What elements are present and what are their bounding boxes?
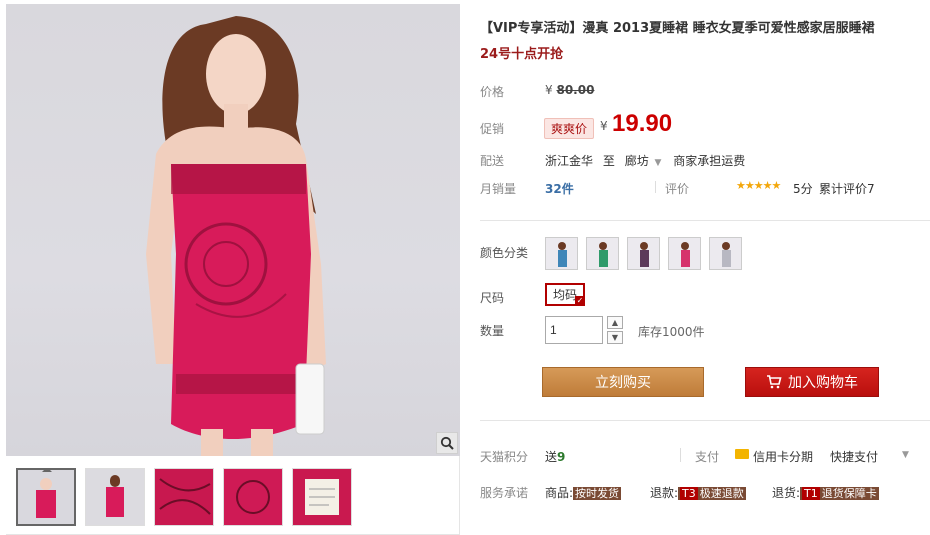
size-option-label: 均码 — [553, 288, 578, 302]
service-return-tag: 退货保障卡 — [821, 487, 877, 500]
ship-fee: 商家承担运费 — [673, 154, 746, 168]
rating-score: 5分 — [793, 182, 813, 196]
color-swatch-purple[interactable] — [627, 237, 660, 270]
thumbnail-4[interactable] — [223, 468, 283, 526]
service-goods-tag: 按时发货 — [573, 487, 622, 500]
thumbnail-2[interactable] — [85, 468, 145, 526]
divider — [480, 420, 930, 421]
cart-icon — [767, 375, 782, 389]
color-swatches — [545, 237, 742, 270]
quantity-decrement-button[interactable]: ▼ — [607, 331, 623, 344]
service-refund-tag: 极速退款 — [699, 487, 744, 500]
original-price: ¥ 80.00 — [545, 83, 594, 97]
product-gallery — [6, 4, 460, 535]
points-prefix: 送 — [545, 450, 558, 464]
rating-label: 评价 — [665, 182, 690, 196]
points-number: 9 — [557, 450, 566, 464]
buy-now-button[interactable]: 立刻购买 — [542, 367, 704, 397]
service-label: 服务承诺 — [480, 486, 529, 500]
color-swatch-pink[interactable] — [668, 237, 701, 270]
color-swatch-blue[interactable] — [545, 237, 578, 270]
product-subtitle: 24号十点开抢 — [480, 47, 564, 62]
promo-tag: 爽爽价 — [544, 118, 595, 139]
chevron-down-icon[interactable]: ▼ — [655, 158, 662, 168]
quantity-input[interactable] — [545, 316, 603, 344]
original-price-value: 80.00 — [556, 83, 595, 97]
add-to-cart-button[interactable]: 加入购物车 — [745, 367, 879, 397]
divider — [480, 220, 930, 221]
points-value: 送9 — [545, 448, 565, 465]
model-illustration — [146, 16, 326, 456]
thumbnail-strip — [16, 468, 352, 526]
shipping-info: 浙江金华 至 廊坊 ▼ 商家承担运费 — [545, 152, 745, 169]
credit-card-icon — [735, 449, 749, 459]
quickpay-link[interactable]: 快捷支付 — [830, 448, 878, 465]
currency-symbol: ¥ — [545, 83, 553, 97]
star-rating-icon: ★★★★★ — [736, 179, 781, 192]
divider — [655, 181, 656, 193]
ship-from: 浙江金华 — [545, 154, 594, 168]
main-product-image[interactable] — [6, 4, 460, 456]
ship-to-word: 至 — [602, 154, 615, 168]
price-label: 价格 — [480, 85, 505, 99]
promo-price: 19.90 — [612, 110, 673, 137]
quantity-increment-button[interactable]: ▲ — [607, 316, 623, 329]
divider — [680, 448, 681, 462]
chevron-down-icon[interactable]: ▼ — [902, 450, 909, 460]
service-goods-label: 商品: — [545, 486, 574, 500]
quantity-label: 数量 — [480, 324, 505, 338]
monthly-sales-label: 月销量 — [480, 182, 517, 196]
service-refund[interactable]: 退款: T3 极速退款 — [650, 484, 746, 501]
ship-destination[interactable]: 廊坊 — [625, 154, 649, 168]
size-label: 尺码 — [480, 291, 505, 305]
color-label: 颜色分类 — [480, 246, 529, 260]
monthly-sales-count: 32件 — [545, 182, 574, 196]
review-count-link[interactable]: 累计评价7 — [819, 180, 875, 197]
color-swatch-green[interactable] — [586, 237, 619, 270]
service-refund-id: T3 — [680, 487, 698, 500]
size-option-selected[interactable]: 均码 ✓ — [545, 283, 586, 306]
promo-currency: ¥ — [600, 119, 608, 133]
shipping-label: 配送 — [480, 154, 505, 168]
color-swatch-grey[interactable] — [709, 237, 742, 270]
add-to-cart-label: 加入购物车 — [788, 375, 858, 391]
payment-label: 支付 — [695, 450, 720, 464]
service-goods[interactable]: 商品: 按时发货 — [545, 484, 622, 501]
installment-link[interactable]: 信用卡分期 — [753, 448, 813, 465]
zoom-button[interactable] — [436, 432, 458, 454]
stock-count: 库存1000件 — [638, 325, 705, 339]
service-refund-label: 退款: — [650, 486, 679, 500]
service-return-id: T1 — [802, 487, 820, 500]
check-icon: ✓ — [575, 296, 586, 306]
promo-label: 促销 — [480, 122, 505, 136]
thumbnail-3[interactable] — [154, 468, 214, 526]
magnifier-icon — [440, 436, 454, 450]
service-return-label: 退货: — [772, 486, 801, 500]
thumbnail-1[interactable] — [16, 468, 76, 526]
service-return[interactable]: 退货: T1 退货保障卡 — [772, 484, 879, 501]
product-title: 【VIP专享活动】漫真 2013夏睡裙 睡衣女夏季可爱性感家居服睡裙 — [480, 21, 875, 36]
points-label: 天猫积分 — [480, 450, 529, 464]
thumbnail-5[interactable] — [292, 468, 352, 526]
